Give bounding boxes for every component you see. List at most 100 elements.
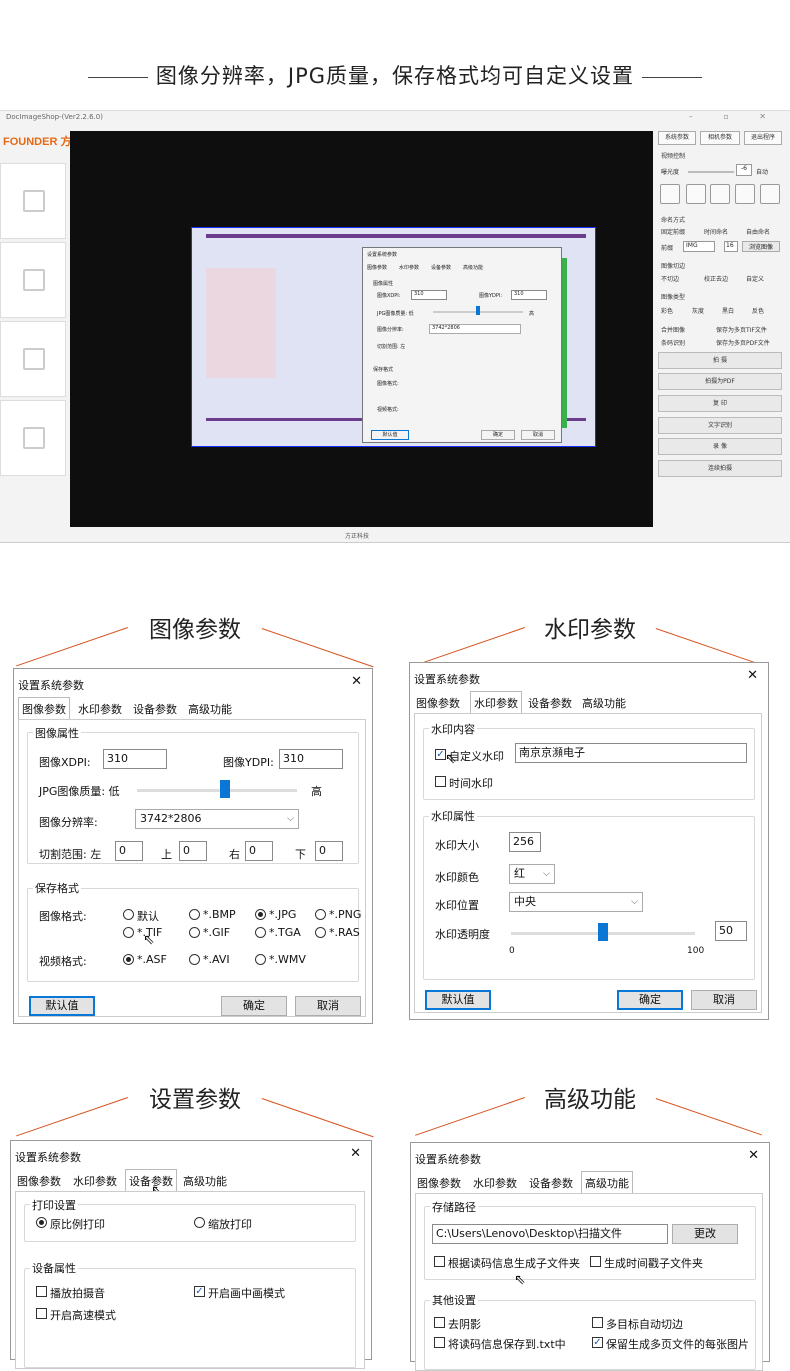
format-radio-png[interactable] xyxy=(315,909,326,920)
ydpi-input[interactable]: 310 xyxy=(279,749,343,769)
tab-watermark[interactable]: 水印参数 xyxy=(78,701,122,717)
crop-right-input[interactable]: 0 xyxy=(245,841,273,861)
format-radio-default[interactable] xyxy=(123,909,134,920)
tab-advanced[interactable]: 高级功能 xyxy=(183,1173,227,1189)
video-radio-wmv[interactable] xyxy=(255,954,266,965)
auto-checkbox[interactable]: 自动 xyxy=(756,167,768,176)
default-button[interactable]: 默认值 xyxy=(425,990,491,1010)
thumbnail-slot[interactable] xyxy=(0,400,66,476)
type-option[interactable]: 黑白 xyxy=(722,306,734,315)
path-input[interactable]: C:\Users\Lenovo\Desktop\扫描文件 xyxy=(432,1224,668,1244)
crop-option[interactable]: 自定义 xyxy=(746,274,764,283)
highspeed-checkbox[interactable] xyxy=(36,1308,47,1319)
crop-top-input[interactable]: 0 xyxy=(179,841,207,861)
thumbnail-slot[interactable] xyxy=(0,242,66,318)
custom-wm-input[interactable]: 南京京瀕电子 xyxy=(515,743,747,763)
default-button[interactable]: 默认值 xyxy=(29,996,95,1016)
crop-option[interactable]: 校正去边 xyxy=(704,274,728,283)
crop-option[interactable]: 不切边 xyxy=(661,274,679,283)
sound-checkbox[interactable] xyxy=(36,1286,47,1297)
xdpi-input[interactable]: 310 xyxy=(103,749,167,769)
format-radio-bmp[interactable] xyxy=(189,909,200,920)
continuous-capture-button[interactable]: 连续拍摄 xyxy=(658,460,782,477)
close-icon[interactable]: ✕ xyxy=(747,668,758,683)
naming-option[interactable]: 固定前缀 xyxy=(661,227,685,236)
multi-crop-checkbox[interactable] xyxy=(592,1317,603,1328)
exposure-slider[interactable] xyxy=(688,171,734,173)
save-code-txt-checkbox[interactable] xyxy=(434,1337,445,1348)
rotate-left-icon[interactable] xyxy=(660,184,680,204)
type-option[interactable]: 彩色 xyxy=(661,306,673,315)
copy-button[interactable]: 复 印 xyxy=(658,395,782,412)
type-option[interactable]: 灰度 xyxy=(692,306,704,315)
capture-pdf-button[interactable]: 拍摄为PDF xyxy=(658,373,782,390)
tab-image[interactable]: 图像参数 xyxy=(17,1173,61,1189)
video-radio-asf[interactable] xyxy=(123,954,134,965)
tab-advanced[interactable]: 高级功能 xyxy=(188,701,232,717)
print-scale-radio[interactable] xyxy=(194,1217,205,1228)
sub-by-time-checkbox[interactable] xyxy=(590,1256,601,1267)
ocr-button[interactable]: 文字识别 xyxy=(658,417,782,434)
adjust-icon[interactable] xyxy=(735,184,755,204)
tab-image[interactable]: 图像参数 xyxy=(417,1175,461,1191)
wm-position-select[interactable]: 中央 ⌵ xyxy=(509,892,643,912)
format-radio-tif[interactable] xyxy=(123,927,134,938)
camera-preview[interactable]: 设置系统参数 图像参数 水印参数 设备参数 高级功能 图像属性 图像XDPI: … xyxy=(70,131,653,527)
tab-watermark[interactable]: 水印参数 xyxy=(470,691,522,714)
deshadow-checkbox[interactable] xyxy=(434,1317,445,1328)
jpg-quality-slider[interactable] xyxy=(137,789,297,792)
check-option[interactable]: 保存为多页PDF文件 xyxy=(716,338,770,347)
close-icon[interactable]: ✕ xyxy=(748,1148,759,1163)
crop-bottom-input[interactable]: 0 xyxy=(315,841,343,861)
thumbnail-slot[interactable] xyxy=(0,321,66,397)
cancel-button[interactable]: 取消 xyxy=(295,996,361,1016)
wm-opacity-input[interactable]: 50 xyxy=(715,921,747,941)
browse-button[interactable]: 浏览图像 xyxy=(742,241,780,252)
time-wm-checkbox[interactable] xyxy=(435,776,446,787)
check-option[interactable]: 保存为多页TIF文件 xyxy=(716,325,767,334)
exit-button[interactable]: 退出程序 xyxy=(744,131,782,145)
naming-option[interactable]: 时间命名 xyxy=(704,227,728,236)
tab-advanced[interactable]: 高级功能 xyxy=(582,695,626,711)
check-option[interactable]: 条码识别 xyxy=(661,338,685,347)
format-radio-ras[interactable] xyxy=(315,927,326,938)
pip-checkbox[interactable]: ✓ xyxy=(194,1286,205,1297)
refresh-icon[interactable] xyxy=(686,184,706,204)
change-path-button[interactable]: 更改 xyxy=(672,1224,738,1244)
format-radio-gif[interactable] xyxy=(189,927,200,938)
close-icon[interactable]: ✕ xyxy=(351,674,362,689)
wm-color-select[interactable]: 红 ⌵ xyxy=(509,864,555,884)
print-ratio-radio[interactable] xyxy=(36,1217,47,1228)
prefix-select[interactable]: IMG xyxy=(683,241,715,252)
type-option[interactable]: 反色 xyxy=(752,306,764,315)
keep-each-checkbox[interactable]: ✓ xyxy=(592,1337,603,1348)
tab-watermark[interactable]: 水印参数 xyxy=(73,1173,117,1189)
cancel-button[interactable]: 取消 xyxy=(691,990,757,1010)
camera-params-button[interactable]: 相机参数 xyxy=(700,131,740,145)
ok-button[interactable]: 确定 xyxy=(221,996,287,1016)
video-radio-avi[interactable] xyxy=(189,954,200,965)
tab-device[interactable]: 设备参数 xyxy=(133,701,177,717)
crop-left-input[interactable]: 0 xyxy=(115,841,143,861)
tab-image[interactable]: 图像参数 xyxy=(18,697,70,720)
exposure-value[interactable]: -6 xyxy=(736,164,752,176)
tab-device[interactable]: 设备参数 xyxy=(528,695,572,711)
rotate-right-icon[interactable] xyxy=(710,184,730,204)
wm-size-input[interactable]: 256 xyxy=(509,832,541,852)
check-option[interactable]: 合并图像 xyxy=(661,325,685,334)
tab-advanced[interactable]: 高级功能 xyxy=(581,1171,633,1194)
tab-device[interactable]: 设备参数 xyxy=(529,1175,573,1191)
jpg-quality-thumb[interactable] xyxy=(220,780,230,798)
capture-button[interactable]: 拍 摄 xyxy=(658,352,782,369)
prefix-number[interactable]: 16 xyxy=(724,241,738,252)
window-controls[interactable]: – ▫ ✕ xyxy=(689,112,780,121)
format-radio-jpg[interactable] xyxy=(255,909,266,920)
format-radio-tga[interactable] xyxy=(255,927,266,938)
wm-opacity-thumb[interactable] xyxy=(598,923,608,941)
close-icon[interactable]: ✕ xyxy=(350,1146,361,1161)
naming-option[interactable]: 自由命名 xyxy=(746,227,770,236)
tab-image[interactable]: 图像参数 xyxy=(416,695,460,711)
sub-by-code-checkbox[interactable] xyxy=(434,1256,445,1267)
ok-button[interactable]: 确定 xyxy=(617,990,683,1010)
tab-watermark[interactable]: 水印参数 xyxy=(473,1175,517,1191)
